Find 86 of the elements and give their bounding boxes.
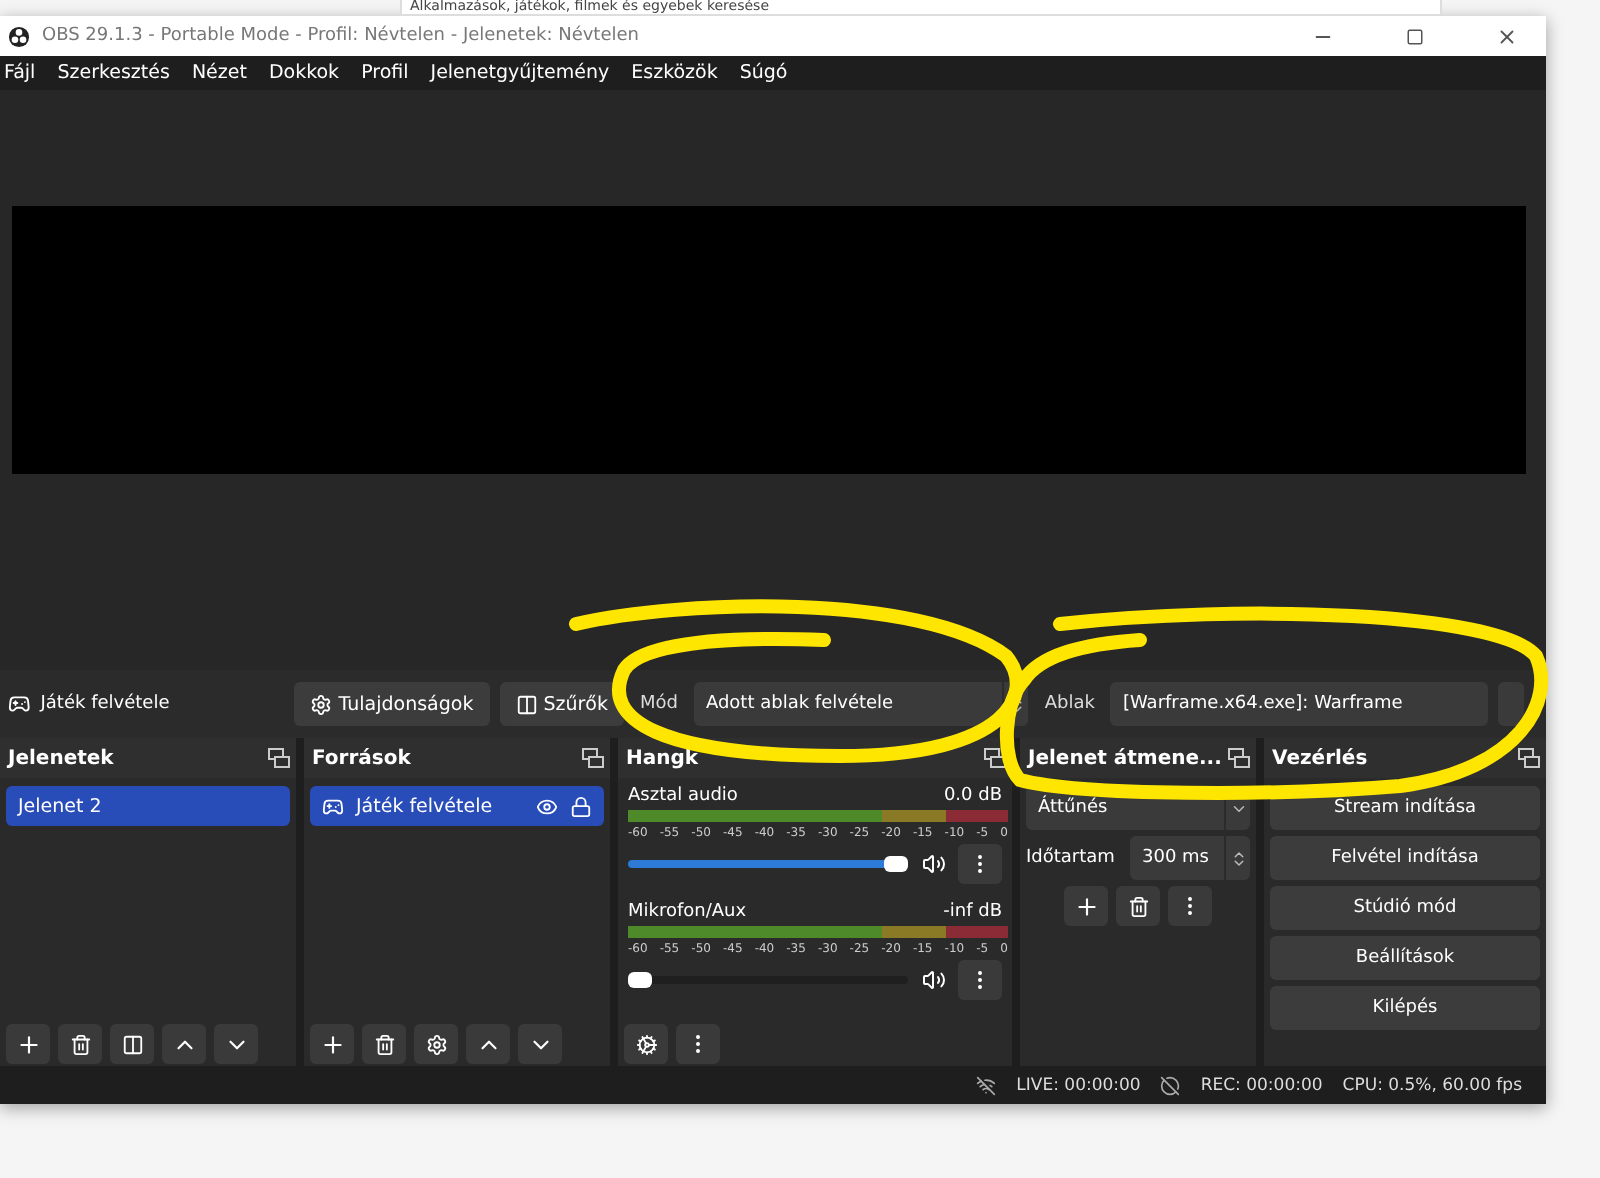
toolbar-button[interactable]: Tulajdonságok [294, 682, 490, 726]
gear-icon [425, 1033, 447, 1055]
delete-button[interactable] [58, 1024, 102, 1064]
trash-icon [373, 1033, 395, 1055]
dropdown-button[interactable] [1497, 682, 1524, 726]
stream-off-icon [976, 1075, 997, 1095]
duration-label: Időtartam [1026, 848, 1115, 868]
control-button[interactable]: Kilépés [1270, 986, 1540, 1030]
duration-field[interactable]: 300 ms [1130, 836, 1250, 880]
app-logo-icon [8, 25, 30, 47]
plus-icon [15, 1031, 41, 1057]
plus-icon [319, 1031, 345, 1057]
mode-label: Mód [637, 694, 680, 714]
control-button[interactable]: Beállítások [1270, 936, 1540, 980]
close-icon [1495, 25, 1517, 47]
eye-icon[interactable] [536, 795, 558, 817]
rec-time: REC: 00:00:00 [1200, 1075, 1323, 1095]
gear-icon [310, 693, 333, 715]
dock-title: Jelenet átmene... [1028, 747, 1222, 769]
trash-icon [69, 1033, 91, 1055]
add-button[interactable] [310, 1024, 354, 1064]
dock-title: Források [312, 747, 411, 769]
menu-item[interactable]: Fájl [4, 62, 36, 84]
volume-slider[interactable] [628, 860, 908, 868]
menu-item[interactable]: Dokkok [268, 62, 340, 84]
settings-button[interactable] [414, 1024, 458, 1064]
gamepad-icon [322, 795, 344, 817]
control-button[interactable]: Felvétel indítása [1270, 836, 1540, 880]
channel-name: Asztal audio [628, 786, 738, 806]
filter-icon [121, 1033, 143, 1055]
speaker-icon[interactable] [921, 852, 945, 876]
source-name: Játék felvétele [40, 694, 172, 714]
move-up-button[interactable] [162, 1024, 206, 1064]
gears-icon [635, 1033, 657, 1055]
move-down-button[interactable] [214, 1024, 258, 1064]
menu-item[interactable]: Nézet [191, 62, 247, 84]
source-label: Játék felvétele [356, 795, 495, 817]
move-up-button[interactable] [466, 1024, 510, 1064]
delete-button[interactable] [1116, 886, 1160, 926]
delete-button[interactable] [362, 1024, 406, 1064]
speaker-icon[interactable] [921, 968, 945, 992]
live-time: LIVE: 00:00:00 [1016, 1075, 1141, 1095]
undock-icon[interactable] [582, 748, 604, 768]
menu-item[interactable]: Profil [361, 62, 409, 84]
window-title: OBS 29.1.3 - Portable Mode - Profil: Névtelen - Jelenetek: Névtelen [42, 26, 641, 46]
plus-icon [1073, 893, 1099, 919]
filter-icon [515, 693, 538, 715]
add-button[interactable] [1064, 886, 1108, 926]
menu-item[interactable]: Súgó [739, 62, 788, 84]
channel-reading: 0.0 dB [943, 786, 1002, 806]
cpu-stats: CPU: 0.5%, 60.00 fps [1342, 1075, 1522, 1095]
filter-button[interactable] [110, 1024, 154, 1064]
undock-icon[interactable] [1518, 748, 1540, 768]
lock-icon[interactable] [570, 795, 592, 817]
slider-thumb[interactable] [628, 972, 652, 988]
undock-icon[interactable] [984, 748, 1006, 768]
settings-button[interactable] [624, 1024, 668, 1064]
maximize-icon [1405, 27, 1423, 45]
more-button[interactable] [958, 844, 1002, 884]
toolbar-button[interactable]: Szűrők [499, 682, 624, 726]
window-select[interactable]: [Warframe.x64.exe]: Warframe [1110, 682, 1487, 726]
more-button[interactable] [676, 1024, 720, 1064]
undock-icon[interactable] [268, 748, 290, 768]
slider-thumb[interactable] [884, 856, 908, 872]
dock-title: Vezérlés [1272, 747, 1368, 769]
add-button[interactable] [6, 1024, 50, 1064]
more-button[interactable] [1168, 886, 1212, 926]
undock-icon[interactable] [1228, 748, 1250, 768]
gamepad-icon [8, 692, 31, 716]
menu-item[interactable]: Szerkesztés [57, 62, 170, 84]
more-button[interactable] [958, 960, 1002, 1000]
window-label: Ablak [1042, 694, 1097, 714]
channel-name: Mikrofon/Aux [628, 902, 747, 922]
up-down-arrows-icon [1229, 849, 1247, 867]
trash-icon [1127, 895, 1149, 917]
dock-title: Jelenetek [8, 747, 114, 769]
menu-item[interactable]: Eszközök [631, 62, 718, 84]
move-down-button[interactable] [518, 1024, 562, 1064]
record-off-icon [1160, 1075, 1181, 1095]
source-item[interactable]: Játék felvétele [310, 786, 604, 826]
mode-select[interactable]: Adott ablak felvétele [693, 682, 1029, 726]
menu-item[interactable]: Jelenetgyűjtemény [430, 62, 610, 84]
control-button[interactable]: Stúdió mód [1270, 886, 1540, 930]
dock-title: Hangk [626, 747, 699, 769]
scene-item[interactable]: Jelenet 2 [6, 786, 290, 826]
channel-reading: -inf dB [943, 902, 1002, 922]
